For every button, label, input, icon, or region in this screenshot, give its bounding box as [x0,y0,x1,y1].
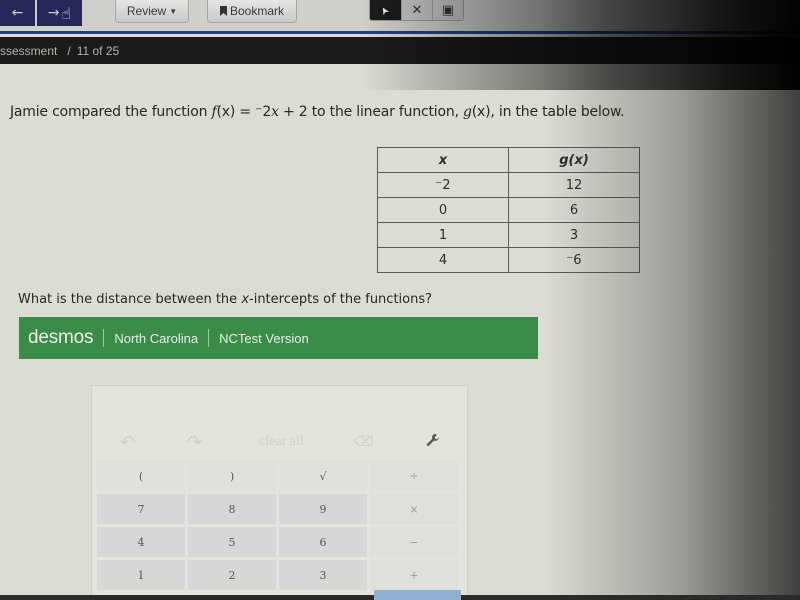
cell-gx: ⁻6 [508,247,640,273]
function-g: g [463,104,472,120]
key-close-paren[interactable]: ) [188,461,276,491]
desmos-header: desmos North Carolina NCTest Version [19,317,538,359]
redo-icon[interactable]: ↷ [187,432,202,453]
variable-x: x [271,104,279,120]
back-button[interactable]: ← [0,0,35,26]
variable-x: x [241,292,250,307]
cell-gx: 12 [508,172,640,198]
cursor-arrow-icon: ➤ [378,4,393,17]
desmos-logo: desmos [28,327,94,348]
function-table: x g(x) ⁻2 12 0 6 1 3 4 ⁻6 [377,147,640,273]
prompt-text-3: , in the table below. [490,104,625,120]
clear-all-button[interactable]: clear all [259,434,304,450]
forward-button[interactable]: → ☝ [37,0,82,26]
table-row: ⁻2 12 [377,172,640,198]
cell-gx: 6 [508,197,640,223]
table-row: 0 6 [377,197,640,223]
question-text-1: What is the distance between the [18,292,242,307]
enter-key[interactable] [374,590,461,600]
question-position: 11 of 25 [76,43,120,58]
cell-x: ⁻2 [377,172,509,198]
answer-tools: ➤ ✕ ▣ [369,0,464,21]
desmos-calculator: ↶ ↷ clear all ⌫ ( ) √ ÷ 7 8 9 × 4 5 6 − … [91,385,468,600]
caret-down-icon: ▼ [169,6,178,16]
key-2[interactable]: 2 [188,560,276,590]
divider [208,329,210,347]
breadcrumb-separator: / [67,43,71,58]
calculator-keypad: ( ) √ ÷ 7 8 9 × 4 5 6 − 1 2 3 + [97,461,458,590]
notepad-tool-button[interactable]: ▣ [432,0,463,20]
key-sqrt[interactable]: √ [279,461,367,491]
key-1[interactable]: 1 [97,560,185,590]
wrench-icon[interactable] [426,433,440,451]
question-text-2: -intercepts of the functions? [249,292,433,307]
key-8[interactable]: 8 [188,494,276,524]
breadcrumb: ssessment / 11 of 25 [0,37,800,64]
close-icon: ✕ [411,3,423,18]
arrow-left-icon: ← [11,5,24,21]
key-5[interactable]: 5 [188,527,276,557]
key-open-paren[interactable]: ( [97,461,185,491]
table-row: 1 3 [377,222,640,248]
calculator-controls: ↶ ↷ clear all ⌫ [92,426,467,458]
key-minus[interactable]: − [370,527,458,557]
equals-sign: = [235,104,256,120]
table-header-row: x g(x) [377,147,640,173]
arrow-right-icon: → [47,5,60,21]
undo-icon[interactable]: ↶ [120,432,135,453]
key-4[interactable]: 4 [97,527,185,557]
question-prompt: Jamie compared the function f(x) = ⁻2x +… [10,104,624,120]
cell-gx: 3 [508,222,640,248]
key-6[interactable]: 6 [279,527,367,557]
prompt-text: Jamie compared the function [10,104,212,120]
table-row: 4 ⁻6 [377,247,640,273]
desmos-version: NCTest Version [219,330,309,346]
key-plus[interactable]: + [370,560,458,590]
eliminate-tool-button[interactable]: ✕ [401,0,432,20]
header-gx: g(x) [508,147,640,173]
cell-x: 1 [377,222,509,248]
pointer-tool-button[interactable]: ➤ [370,0,401,20]
question-text: What is the distance between the x-inter… [18,292,432,307]
bookmark-button[interactable]: Bookmark [207,0,297,23]
key-divide[interactable]: ÷ [370,461,458,491]
top-toolbar: ← → ☝ Review ▼ Bookmark ➤ ✕ ▣ [0,0,800,34]
function-f-arg: (x) [216,104,236,120]
prompt-text-2: + 2 to the linear function, [278,104,464,120]
key-multiply[interactable]: × [370,494,458,524]
backspace-icon[interactable]: ⌫ [354,434,374,450]
bookmark-label: Bookmark [229,4,285,18]
coefficient: ⁻2 [255,104,272,120]
function-g-arg: (x) [471,104,491,120]
review-label: Review [126,4,167,18]
notepad-icon: ▣ [441,3,455,18]
cell-x: 4 [377,247,509,273]
pointer-hand-icon: ☝ [61,3,72,23]
review-button[interactable]: Review ▼ [115,0,189,23]
cell-x: 0 [377,197,509,223]
header-x: x [377,147,509,173]
bookmark-icon [219,6,227,16]
key-7[interactable]: 7 [97,494,185,524]
divider [103,329,105,347]
key-3[interactable]: 3 [279,560,367,590]
breadcrumb-assessment[interactable]: ssessment [0,44,57,58]
desmos-region: North Carolina [114,330,199,346]
key-9[interactable]: 9 [279,494,367,524]
question-content: Jamie compared the function f(x) = ⁻2x +… [0,64,800,600]
